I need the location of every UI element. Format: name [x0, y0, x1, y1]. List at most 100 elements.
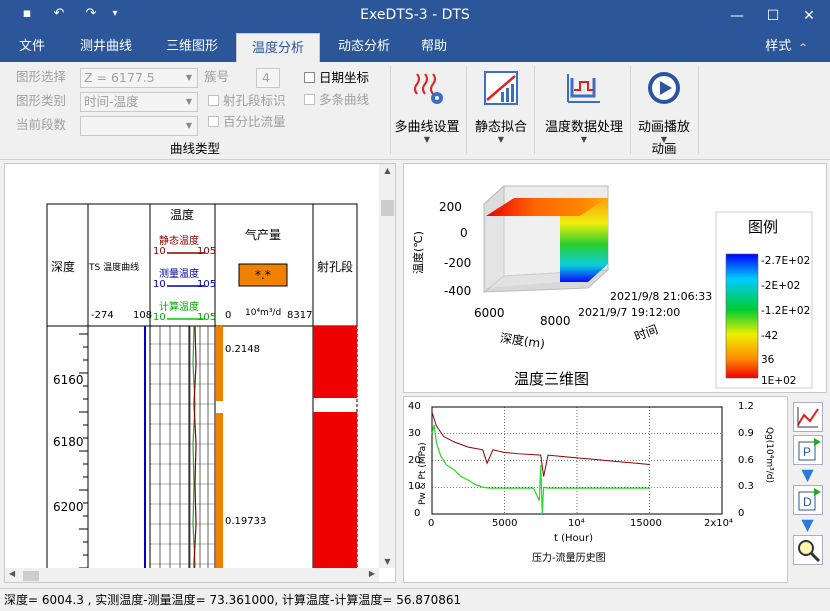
- ribbon-separator: [630, 66, 631, 154]
- z-tick: -400: [444, 284, 472, 298]
- gas-rate-header: 气产量: [245, 228, 282, 242]
- play-icon: [648, 72, 680, 104]
- calc-temp-scale-max: 105: [197, 312, 217, 323]
- scroll-thumb-horizontal[interactable]: [23, 571, 39, 581]
- date-axis-checkbox[interactable]: 日期坐标: [304, 69, 369, 87]
- title-bar: ▪ ↶ ↷ ▾ ExeDTS-3 - DTS — ☐ ✕: [0, 0, 830, 32]
- multi-curve-settings-button[interactable]: 多曲线设置 ▼: [392, 68, 462, 144]
- gas-max: 8317: [287, 310, 313, 321]
- svg-text:D: D: [803, 495, 812, 509]
- menu-help[interactable]: 帮助: [412, 32, 456, 62]
- calc-temp-scale-min: 10: [153, 312, 166, 323]
- x-tick: 8000: [540, 314, 571, 328]
- scroll-right-icon[interactable]: ▶: [369, 569, 375, 578]
- animation-group-label: 动画: [651, 141, 677, 156]
- chart-view-button[interactable]: [792, 402, 823, 432]
- segment-count-label: 当前段数: [16, 117, 67, 132]
- zoom-icon: [797, 540, 820, 563]
- arrow-down-icon[interactable]: ▼: [788, 517, 827, 533]
- pressure-flow-history-panel: 40 30 20 10 0 1.2 0.9 0.6 0.3 0 0 5000 1…: [403, 396, 788, 583]
- calc-temp-legend: 计算温度: [159, 302, 199, 313]
- measured-temp-scale-min: 10: [153, 279, 166, 290]
- y-axis-label: Pw & Pt (MPa): [418, 442, 428, 505]
- y2-axis-label: Qg(10⁴m³/d): [764, 427, 774, 483]
- segment-count-combo[interactable]: ▼: [80, 116, 198, 136]
- percent-flow-checkbox[interactable]: 百分比流量: [208, 113, 286, 131]
- export-pressure-icon: P: [798, 438, 821, 461]
- y2-tick: 0: [738, 508, 745, 519]
- x-tick: 2x10⁴: [704, 518, 734, 529]
- temperature-processing-icon: [567, 74, 600, 103]
- z-axis-label: 温度(℃): [412, 231, 425, 274]
- multi-curve-icon: [414, 73, 443, 104]
- y-tick: 2021/9/8 21:06:33: [610, 290, 713, 303]
- horizontal-scrollbar[interactable]: ◀ ▶: [5, 568, 379, 582]
- static-temp-scale-min: 10: [153, 246, 166, 257]
- graph-category-label: 图形类别: [16, 93, 67, 108]
- graph-select-label: 图形选择: [16, 69, 67, 84]
- static-temp-scale-max: 105: [197, 246, 217, 257]
- graph-category-combo[interactable]: 时间-温度 ▼: [80, 92, 198, 112]
- legend-value: -2E+02: [761, 280, 801, 292]
- ribbon-separator: [390, 66, 391, 154]
- zoom-button[interactable]: [792, 535, 823, 565]
- depth-label: 6160: [53, 373, 84, 387]
- y-tick: 40: [408, 401, 421, 412]
- menu-3d-graphics[interactable]: 三维图形: [156, 32, 228, 62]
- static-fit-label: 静态拟合: [474, 120, 527, 135]
- multi-curve-checkbox[interactable]: 多条曲线: [304, 91, 369, 109]
- ribbon-separator: [534, 66, 535, 154]
- x-tick: 0: [428, 518, 435, 529]
- scroll-down-icon[interactable]: ▼: [379, 557, 395, 566]
- static-temp-legend: 静态温度: [159, 236, 199, 247]
- close-icon[interactable]: ✕: [786, 0, 830, 32]
- perforation-mark-checkbox[interactable]: 射孔段标识: [208, 92, 286, 110]
- menu-temperature-analysis[interactable]: 温度分析: [236, 33, 320, 62]
- y2-tick: 0.6: [738, 455, 754, 466]
- depth-label: 6200: [53, 500, 84, 514]
- well-log-panel: 深度 TS 温度曲线 温度 静态温度 10 105 测量温度 10 105 计算…: [4, 163, 396, 583]
- measured-temp-legend: 测量温度: [159, 269, 199, 280]
- chart-title: 压力-流量历史图: [532, 553, 606, 564]
- temperature-processing-label: 温度数据处理: [544, 120, 623, 135]
- arrow-down-icon[interactable]: ▼: [788, 467, 827, 483]
- svg-text:P: P: [803, 445, 811, 459]
- cluster-combo[interactable]: 4: [256, 68, 280, 88]
- z-tick: 0: [460, 226, 468, 240]
- z-tick: 200: [439, 200, 462, 214]
- graph-select-combo[interactable]: Z = 6177.5 ▼: [80, 68, 198, 88]
- menu-file[interactable]: 文件: [10, 32, 54, 62]
- legend-value: 1E+02: [761, 375, 797, 387]
- y2-tick: 1.2: [738, 401, 754, 412]
- y2-tick: 0.3: [738, 481, 754, 492]
- scroll-thumb[interactable]: [381, 200, 394, 216]
- temperature-processing-button[interactable]: 温度数据处理 ▼: [538, 68, 630, 144]
- legend-title: 图例: [748, 218, 779, 236]
- ts-max: 108: [133, 310, 153, 321]
- ribbon-separator: [698, 66, 699, 154]
- scroll-up-icon[interactable]: ▲: [379, 166, 395, 175]
- x-tick: 15000: [630, 518, 662, 529]
- scroll-left-icon[interactable]: ◀: [9, 569, 15, 578]
- menu-dynamic-analysis[interactable]: 动态分析: [328, 32, 400, 62]
- x-axis-label: t (Hour): [554, 533, 593, 544]
- gas-value: 0.19733: [225, 516, 267, 527]
- static-fit-button[interactable]: 静态拟合 ▼: [470, 68, 532, 144]
- ribbon-separator: [466, 66, 467, 154]
- animation-play-button[interactable]: 动画播放 ▼: [634, 68, 694, 144]
- depth-label: 6180: [53, 435, 84, 449]
- static-fit-icon: [484, 71, 518, 105]
- menu-log-curves[interactable]: 测井曲线: [70, 32, 142, 62]
- window-title: ExeDTS-3 - DTS: [360, 7, 470, 23]
- menu-style[interactable]: 样式 ^: [762, 32, 810, 62]
- legend-value: -1.2E+02: [761, 305, 811, 317]
- export-data-icon: D: [798, 488, 821, 511]
- vertical-scrollbar[interactable]: ▲ ▼: [379, 164, 395, 568]
- export-d-button[interactable]: D: [792, 485, 823, 515]
- depth-header: 深度: [51, 260, 76, 274]
- cluster-label: 簇号: [204, 69, 230, 84]
- x-tick: 10⁴: [568, 518, 585, 529]
- menu-bar: 文件 测井曲线 三维图形 温度分析 动态分析 帮助 样式 ^: [0, 32, 830, 62]
- export-p-button[interactable]: P: [792, 435, 823, 465]
- y-tick: 2021/9/7 19:12:00: [578, 306, 681, 319]
